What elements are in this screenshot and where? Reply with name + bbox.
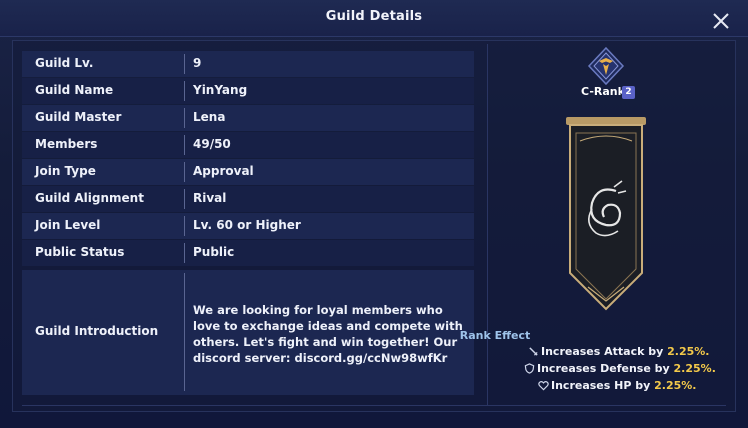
rank-effect-title: Rank Effect [459, 329, 531, 342]
column-divider [487, 44, 488, 406]
effect-defense: Increases Defense by 2.25%. [524, 362, 716, 375]
info-label: Guild Name [35, 83, 114, 97]
window-title: Guild Details [325, 9, 423, 24]
close-icon[interactable] [708, 8, 734, 34]
info-label: Public Status [35, 245, 125, 259]
title-bar: Guild Details [0, 0, 748, 37]
info-value: 9 [193, 56, 202, 70]
info-row-guild-name: Guild Name YinYang [22, 78, 474, 104]
sword-icon [529, 347, 538, 356]
shield-icon [524, 363, 535, 374]
rank-effect-section: Rank Effect [0, 324, 748, 343]
info-row-join-level: Join Level Lv. 60 or Higher [22, 213, 474, 239]
guild-banner [566, 117, 646, 311]
info-value: YinYang [193, 83, 248, 97]
info-row-public-status: Public Status Public [22, 240, 474, 266]
info-value: Rival [193, 191, 227, 205]
info-value: Lv. 60 or Higher [193, 218, 301, 232]
rank-label: C-Rank [581, 85, 625, 98]
info-row-join-type: Join Type Approval [22, 159, 474, 185]
rank-emblem-icon [587, 46, 625, 86]
info-row-guild-alignment: Guild Alignment Rival [22, 186, 474, 212]
effect-hp: Increases HP by 2.25%. [538, 379, 696, 392]
heart-icon [538, 381, 549, 391]
effect-value: 2.25%. [654, 379, 697, 392]
info-value: Approval [193, 164, 254, 178]
info-row-guild-level: Guild Lv. 9 [22, 51, 474, 77]
info-label: Guild Alignment [35, 191, 144, 205]
info-label: Join Level [35, 218, 101, 232]
info-value: Lena [193, 110, 226, 124]
effect-value: 2.25%. [667, 345, 710, 358]
info-label: Guild Lv. [35, 56, 94, 70]
rank-level-badge: 2 [622, 86, 635, 99]
effect-attack: Increases Attack by 2.25%. [528, 345, 709, 358]
info-label: Members [35, 137, 98, 151]
info-value: 49/50 [193, 137, 231, 151]
guild-details-window: Guild Details Guild Lv. 9 Guild Name Yin… [0, 0, 748, 428]
info-row-members: Members 49/50 [22, 132, 474, 158]
info-label: Join Type [35, 164, 96, 178]
bottom-divider [22, 405, 726, 406]
info-row-guild-master: Guild Master Lena [22, 105, 474, 131]
effect-value: 2.25%. [673, 362, 716, 375]
info-label: Guild Master [35, 110, 122, 124]
info-value: Public [193, 245, 235, 259]
